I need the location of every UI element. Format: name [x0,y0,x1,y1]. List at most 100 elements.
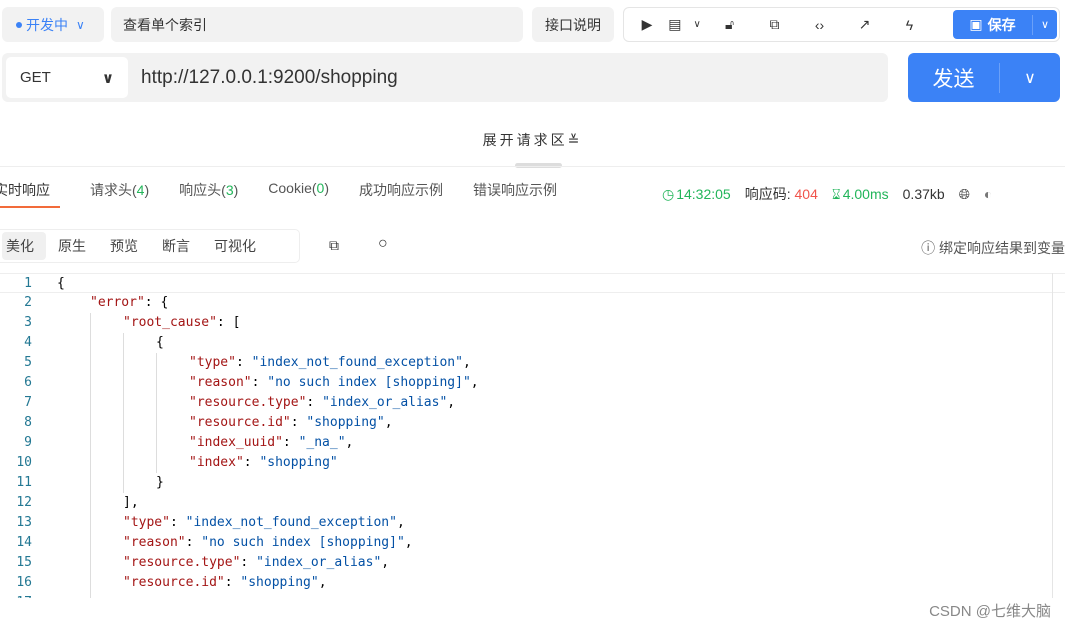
save-button[interactable]: ▣ 保存 ∨ [953,10,1057,39]
flash-icon[interactable]: ϟ [887,17,932,33]
chevron-down-icon[interactable]: ∨ [1000,68,1060,88]
code-token: , [384,415,393,430]
indent-guide [90,333,123,353]
code-line: 8 "resource.id": "shopping", [0,413,1065,433]
scrollbar[interactable] [1052,273,1053,598]
unlock-icon[interactable]: 🔓︎ [707,16,752,33]
code-token: , [470,375,479,390]
indent-guide [123,413,156,433]
code-token: "index_or_alias" [322,395,448,410]
code-token: : [251,375,268,390]
code-token: "type" [123,515,170,530]
code-token: "reason" [123,535,186,550]
code-line: 11} [0,473,1065,493]
code-icon[interactable]: ‹› [797,17,842,33]
code-line: 15 "resource.type": "index_or_alias", [0,553,1065,573]
code-token: { [57,276,65,291]
url-bar: GET ∨ http://127.0.0.1:9200/shopping [2,53,888,102]
code-editor[interactable]: 1{2 "error": {3 "root_cause": [4{5 "type": … [0,273,1065,598]
line-number: 12 [16,495,32,510]
view-tab-0[interactable]: 美化 [2,232,46,260]
line-number: 13 [16,515,32,530]
method-select[interactable]: GET ∨ [6,57,128,98]
code-token: : { [144,295,169,310]
line-number: 14 [16,535,32,550]
code-token: "resource.id" [189,415,291,430]
double-chevron-down-icon: ≚ [567,132,583,148]
search-icon[interactable]: ○ [378,235,388,253]
code-line: 1{ [0,273,1065,293]
code-token: "resource.id" [123,575,225,590]
code-token: "index_uuid" [189,435,283,450]
code-token: } [156,475,164,490]
code-token: "index_not_found_exception" [251,355,463,370]
code-token: : [235,355,252,370]
indent-guide [123,393,156,413]
globe-icon[interactable]: 🌐︎ [959,186,970,203]
view-tabs: 美化 原生 预览 断言 可视化 [0,229,300,263]
copy-icon[interactable]: ⧉ [329,237,339,254]
code-line: 14 "reason": "no such index [shopping]", [0,533,1065,553]
view-tab-4[interactable]: 可视化 [202,232,268,260]
document-icon[interactable]: ▤ ∨ [662,16,707,33]
copy-icon[interactable]: ⧉ [752,16,797,33]
share-icon[interactable]: ↗ [842,16,887,33]
indent-guide [90,393,123,413]
api-name-input[interactable]: 查看单个索引 [111,7,523,42]
code-token: , [318,575,327,590]
code-token: : [306,395,323,410]
bind-variable-link[interactable]: ⓘ 绑定响应结果到变量 [921,238,1065,258]
tab-response-2[interactable]: 响应头(3) [179,180,238,208]
indent-guide [90,373,123,393]
line-number: 6 [24,375,32,390]
code-token: , [404,535,413,550]
tab-response-5[interactable]: 错误响应示例 [473,180,557,208]
line-number: 8 [24,415,32,430]
line-number: 5 [24,355,32,370]
view-tab-2[interactable]: 预览 [98,232,150,260]
indent-guide [57,333,90,353]
code-token: "index_not_found_exception" [185,515,397,530]
api-doc-button[interactable]: 接口说明 [532,7,614,42]
indent-guide [57,373,90,393]
response-meta: ◷ 14:32:05 响应码: 404 ⌛︎ 4.00ms 0.37kb 🌐︎ ◐ [662,184,992,204]
code-token: : [243,455,260,470]
code-line: 5 "type": "index_not_found_exception", [0,353,1065,373]
status-dropdown[interactable]: 开发中 ∨ [2,7,104,42]
tab-response-1[interactable]: 请求头(4) [90,180,149,208]
chevron-down-icon[interactable]: ∨ [1033,18,1057,31]
code-token: "no such index [shopping]" [267,375,471,390]
url-input[interactable]: http://127.0.0.1:9200/shopping [141,67,398,89]
status-label: 开发中 [26,16,68,33]
tab-response-3[interactable]: Cookie(0) [268,180,329,208]
send-button[interactable]: 发送 ∨ [908,53,1060,102]
indent-guide [123,353,156,373]
expand-request-toggle[interactable]: 展开请求区≚ [0,130,1065,150]
code-token: , [462,355,471,370]
indent-guide [90,513,123,533]
code-token: "shopping" [259,455,338,470]
line-number: 17 [0,593,40,598]
view-tab-1[interactable]: 原生 [46,232,98,260]
run-icon[interactable]: ▶ [632,16,662,33]
code-token: "_na_" [298,435,346,450]
tab-response-0[interactable]: 实时响应 [0,180,60,208]
code-token: , [447,395,456,410]
line-number: 1 [24,276,32,291]
line-number: 9 [24,435,32,450]
tab-response-4[interactable]: 成功响应示例 [359,180,443,208]
hourglass-icon: ⌛︎ [831,185,841,202]
indent-guide [57,453,90,473]
indent-guide [156,413,189,433]
indent-guide [123,473,156,493]
info-icon[interactable]: ◐ [984,186,992,202]
view-tab-3[interactable]: 断言 [150,232,202,260]
indent-guide [57,513,90,533]
save-icon: ▣ [969,16,983,32]
indent-guide [90,573,123,593]
code-token: "resource.type" [189,395,307,410]
code-token: : [ [216,315,241,330]
code-token: "error" [90,295,145,310]
line-number: 2 [24,295,32,310]
method-label: GET [20,69,51,86]
